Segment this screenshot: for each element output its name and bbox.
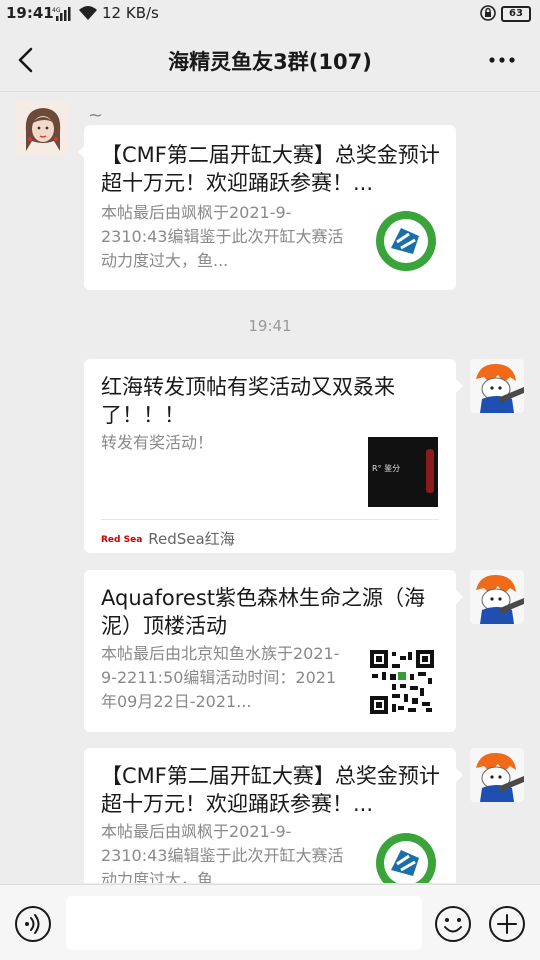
card-divider [101, 519, 439, 520]
message-list[interactable]: ~ 【CMF第二届开缸大赛】总奖金预计超十万元！欢迎踊跃参赛！... 本帖最后由… [0, 93, 540, 883]
battery-indicator: 63 [501, 6, 531, 22]
avatar-self[interactable] [470, 570, 524, 624]
avatar-self[interactable] [470, 359, 524, 413]
voice-icon[interactable] [14, 905, 52, 943]
card-title: 红海转发顶帖有奖活动又双叒来了！！！ [101, 375, 395, 427]
card-thumbnail [370, 650, 440, 720]
avatar-cartoon-icon [470, 359, 524, 413]
link-card[interactable]: 【CMF第二届开缸大赛】总奖金预计超十万元！欢迎踊跃参赛！... 本帖最后由飒枫… [84, 125, 456, 290]
bubble-tail [456, 590, 463, 604]
card-thumbnail [371, 828, 441, 883]
avatar-girl-icon [16, 101, 70, 155]
sender-name: ~ [88, 105, 104, 126]
wifi-icon [79, 6, 97, 20]
status-bar: 19:41 4G 12 KB/s 63 [0, 0, 540, 28]
card-description: 转发有奖活动！ [101, 433, 214, 452]
card-source: Red Sea RedSea红海 [101, 528, 235, 549]
back-arrow-icon[interactable] [12, 44, 42, 76]
bubble-tail [456, 379, 463, 393]
message-timestamp: 19:41 [248, 317, 292, 335]
redsea-logo-icon: Red Sea [101, 534, 143, 545]
emoji-icon[interactable] [434, 905, 472, 943]
status-time: 19:41 [6, 4, 54, 22]
avatar-self[interactable] [470, 748, 524, 802]
thumbnail-caption: R° 鉴分 [372, 464, 401, 473]
cellular-signal-icon: 4G [52, 7, 71, 21]
card-description: 本帖最后由北京知鱼水族于2021-9-2211:50编辑活动时间：2021年09… [101, 644, 340, 711]
card-title: 【CMF第二届开缸大赛】总奖金预计超十万元！欢迎踊跃参赛！... [101, 764, 440, 816]
link-card[interactable]: 红海转发顶帖有奖活动又双叒来了！！！ 转发有奖活动！ R° 鉴分 Red Sea… [84, 359, 456, 553]
avatar-cartoon-icon [470, 748, 524, 802]
card-title: 【CMF第二届开缸大赛】总奖金预计超十万元！欢迎踊跃参赛！... [101, 143, 440, 195]
cmf-logo-icon [376, 211, 436, 271]
cmf-logo-icon [376, 833, 436, 883]
chat-header: 海精灵鱼友3群(107) [0, 28, 540, 92]
rotation-lock-icon [480, 5, 496, 21]
more-dots-icon[interactable] [486, 48, 518, 72]
card-thumbnail: R° 鉴分 [368, 437, 438, 507]
avatar-sender[interactable] [16, 101, 70, 155]
qr-code-icon [370, 650, 434, 714]
plus-icon[interactable] [488, 905, 526, 943]
chat-title: 海精灵鱼友3群(107) [168, 50, 372, 74]
card-description: 本帖最后由飒枫于2021-9-2310:43编辑鉴于此次开缸大赛活动力度过大，鱼… [101, 203, 344, 270]
card-thumbnail [371, 206, 441, 276]
link-card[interactable]: 【CMF第二届开缸大赛】总奖金预计超十万元！欢迎踊跃参赛！... 本帖最后由飒枫… [84, 748, 456, 883]
bubble-tail [456, 768, 463, 782]
chat-input-bar [0, 884, 540, 960]
network-speed: 12 KB/s [102, 4, 159, 22]
message-input[interactable] [66, 896, 422, 950]
card-description: 本帖最后由飒枫于2021-9-2310:43编辑鉴于此次开缸大赛活动力度过大，鱼… [101, 822, 344, 883]
card-title: Aquaforest紫色森林生命之源（海泥）顶楼活动 [101, 586, 426, 638]
link-card[interactable]: Aquaforest紫色森林生命之源（海泥）顶楼活动 本帖最后由北京知鱼水族于2… [84, 570, 456, 732]
avatar-cartoon-icon [470, 570, 524, 624]
source-label: RedSea红海 [148, 530, 235, 548]
svg-text:4G: 4G [52, 7, 61, 14]
